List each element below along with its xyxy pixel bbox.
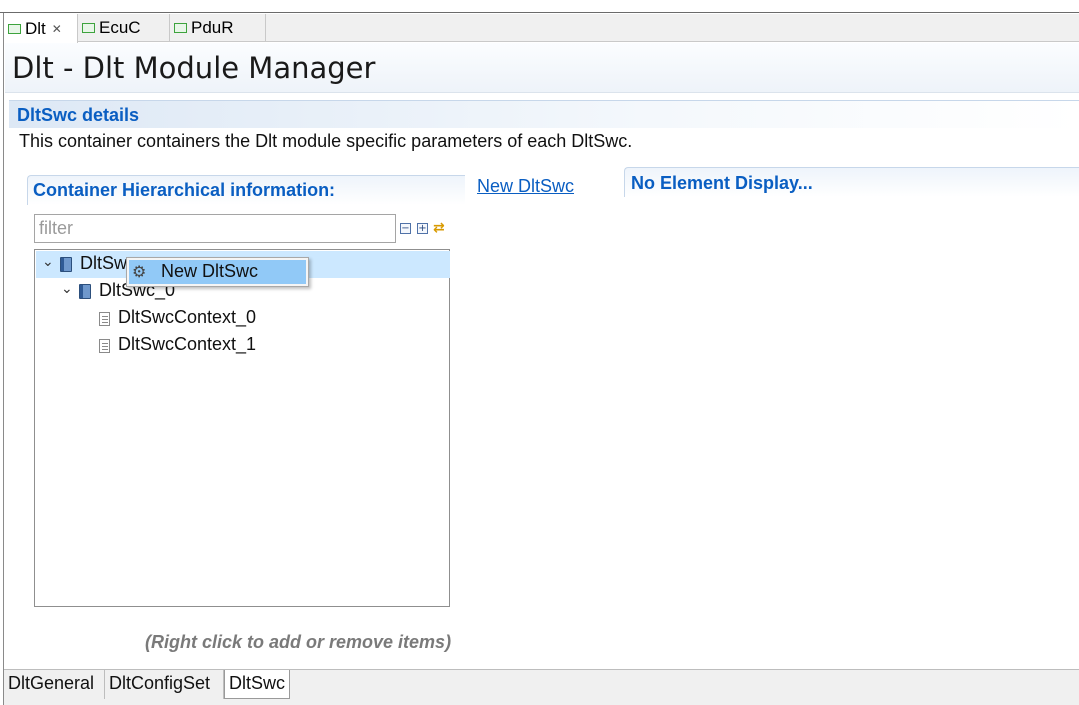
container-icon (79, 284, 91, 299)
section-header: DltSwc details (9, 100, 1079, 128)
collapse-all-icon[interactable]: − (400, 223, 411, 234)
tab-dlt[interactable]: Dlt ✕ (4, 14, 78, 43)
tree-item-label: DltSwcContext_0 (118, 307, 257, 327)
new-dltswc-link[interactable]: New DltSwc (477, 176, 574, 197)
page-title: Dlt - Dlt Module Manager (12, 51, 376, 85)
chevron-down-icon[interactable]: ⌄ (61, 281, 73, 297)
editor-tab-bar: Dlt ✕ EcuC PduR (4, 14, 1079, 43)
container-panel-header: Container Hierarchical information: (27, 175, 465, 205)
element-display-header: No Element Display... (624, 167, 1079, 197)
bottom-tab-bar: DltGeneral DltConfigSet DltSwc (4, 669, 1079, 705)
tab-dltswc[interactable]: DltSwc (224, 670, 290, 699)
context-menu: ⚙ New DltSwc (126, 257, 309, 287)
context-menu-item-new-dltswc[interactable]: ⚙ New DltSwc (129, 260, 306, 284)
tree-item-label: DltSw (80, 253, 128, 273)
tab-ecuc[interactable]: EcuC (78, 14, 170, 42)
container-icon (60, 257, 72, 272)
document-icon (99, 339, 110, 353)
expand-all-icon[interactable]: + (417, 223, 428, 234)
container-panel-title: Container Hierarchical information: (33, 180, 336, 200)
section-description: This container containers the Dlt module… (19, 131, 633, 151)
window-top-edge (0, 0, 1079, 13)
window-left-edge (0, 13, 4, 705)
sync-icon[interactable]: ⇄ (433, 220, 445, 236)
tree-item-dltswccontext-0[interactable]: DltSwcContext_0 (36, 305, 450, 332)
tab-dltconfigset[interactable]: DltConfigSet (105, 670, 224, 699)
tab-label: EcuC (99, 18, 141, 37)
context-menu-label: New DltSwc (161, 261, 259, 281)
container-tree[interactable]: ⌄ DltSw ⌄ DltSwc_0 DltSwcContext_0 DltSw… (34, 249, 450, 607)
chevron-down-icon[interactable]: ⌄ (42, 254, 54, 270)
filter-input[interactable]: filter (34, 214, 396, 243)
document-icon (99, 312, 110, 326)
close-icon[interactable]: ✕ (52, 22, 62, 36)
tab-label: Dlt (25, 18, 46, 38)
element-display-title: No Element Display... (631, 173, 813, 193)
hint-text: (Right click to add or remove items) (145, 632, 452, 652)
tree-item-label: DltSwcContext_1 (118, 334, 257, 354)
tree-item-dltswccontext-1[interactable]: DltSwcContext_1 (36, 332, 450, 359)
section-title: DltSwc details (17, 105, 140, 125)
page-header: Dlt - Dlt Module Manager (5, 43, 1079, 93)
tab-pdur[interactable]: PduR (170, 14, 266, 42)
module-icon (82, 23, 95, 33)
module-icon (174, 23, 187, 33)
tab-label: PduR (191, 18, 234, 37)
module-icon (8, 23, 21, 34)
tab-dltgeneral[interactable]: DltGeneral (4, 670, 105, 699)
gears-icon: ⚙ (132, 262, 147, 281)
